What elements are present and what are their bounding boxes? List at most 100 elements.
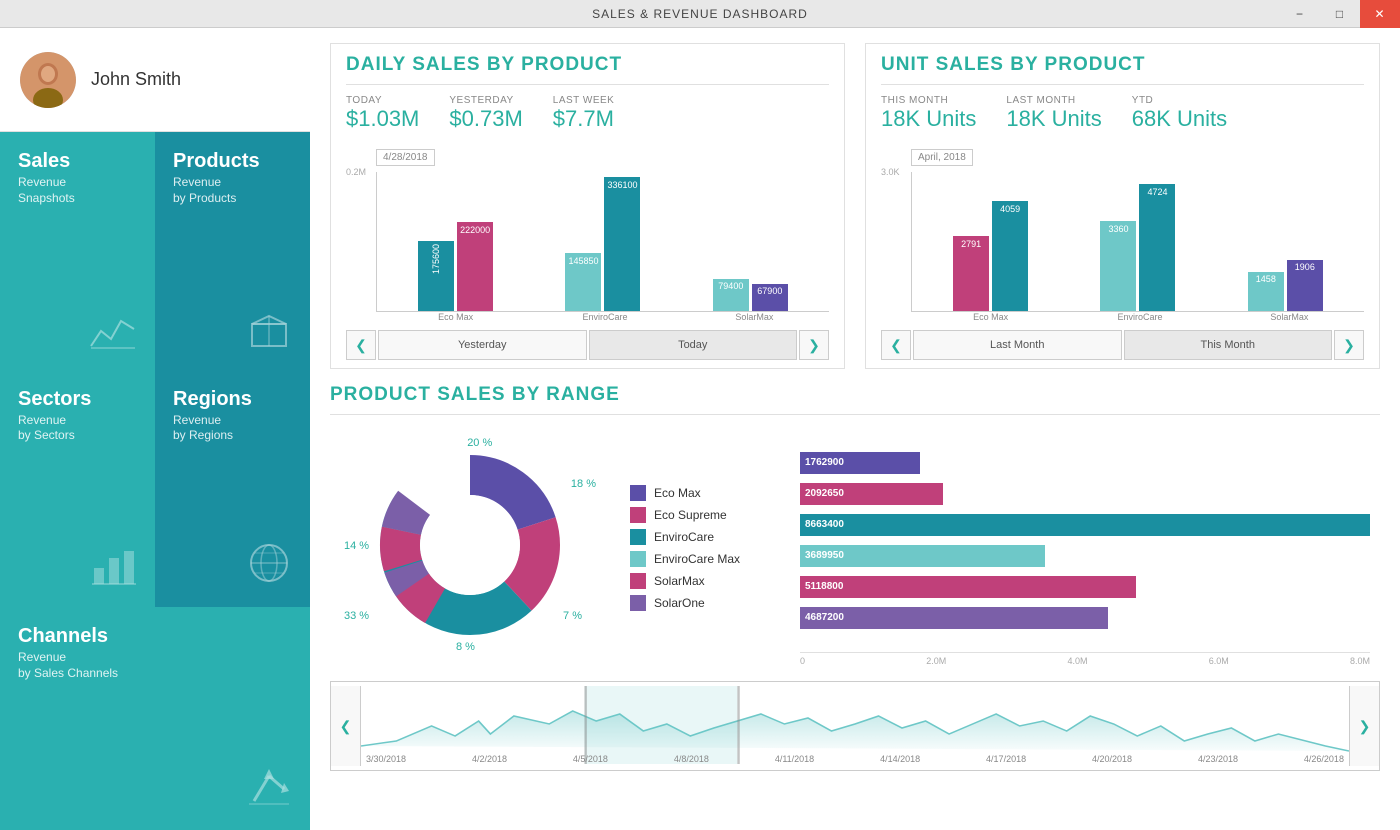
sidebar-item-regions[interactable]: Regions Revenueby Regions xyxy=(155,370,310,608)
user-header: John Smith xyxy=(0,28,310,132)
legend-label-solarmax: SolarMax xyxy=(654,574,705,588)
eco-max-bar2: 222000 xyxy=(457,222,493,311)
close-button[interactable]: ✕ xyxy=(1360,0,1400,28)
legend-label-eco-supreme: Eco Supreme xyxy=(654,508,727,522)
u-x-label-ecomax: Eco Max xyxy=(916,312,1065,322)
daily-bar-chart: 175600 222000 145850 33 xyxy=(376,172,829,312)
timeline-prev-button[interactable]: ❮ xyxy=(331,686,361,766)
hbar-fill-envirocare-max: 3689950 xyxy=(800,545,1045,567)
u-eco-max-val2: 4059 xyxy=(1000,204,1020,214)
percent-label-18: 18 % xyxy=(571,478,596,490)
hbar-row-envirocare-max: 3689950 xyxy=(800,543,1370,569)
titlebar: SALES & REVENUE DASHBOARD − □ ✕ xyxy=(0,0,1400,28)
u-eco-max-bar2: 4059 xyxy=(992,201,1028,311)
daily-y-label: 0.2M xyxy=(346,167,366,177)
daily-date-label: 4/28/2018 xyxy=(376,149,435,166)
u-eco-max-val1: 2791 xyxy=(961,239,981,249)
maximize-button[interactable]: □ xyxy=(1320,0,1360,28)
legend-label-eco-max: Eco Max xyxy=(654,486,701,500)
yesterday-button[interactable]: Yesterday xyxy=(378,330,587,360)
unit-nav-buttons: ❮ Last Month This Month ❯ xyxy=(881,330,1364,360)
minimize-button[interactable]: − xyxy=(1280,0,1320,28)
unit-next-button[interactable]: ❯ xyxy=(1334,330,1364,360)
daily-stats-row: TODAY $1.03M YESTERDAY $0.73M LAST WEEK … xyxy=(346,95,829,132)
legend-label-envirocare-max: EnviroCare Max xyxy=(654,552,740,566)
last-month-value: 18K Units xyxy=(1006,106,1101,132)
tl-date-3: 4/5/2018 xyxy=(573,754,608,764)
u-x-label-solarmax: SolarMax xyxy=(1215,312,1364,322)
u-envirocare-val2: 4724 xyxy=(1147,187,1167,197)
envirocare-bar1: 145850 xyxy=(565,253,601,311)
sidebar-item-products[interactable]: Products Revenueby Products xyxy=(155,132,310,370)
hbar-fill-solarone: 4687200 xyxy=(800,607,1108,629)
hbar-axis-2m: 2.0M xyxy=(926,656,946,666)
hbar-fill-solarmax: 5118800 xyxy=(800,576,1136,598)
channels-tile-subtitle: Revenueby Sales Channels xyxy=(18,650,292,681)
nav-grid: Sales RevenueSnapshots Products Revenueb… xyxy=(0,132,310,830)
legend-solarone: SolarOne xyxy=(630,595,770,611)
daily-prev-button[interactable]: ❮ xyxy=(346,330,376,360)
sidebar-item-sales[interactable]: Sales RevenueSnapshots xyxy=(0,132,155,370)
last-month-button[interactable]: Last Month xyxy=(913,330,1122,360)
this-month-label: THIS MONTH xyxy=(881,95,976,106)
legend-color-solarmax xyxy=(630,573,646,589)
hbar-val-envirocare: 8663400 xyxy=(805,519,844,530)
tl-date-5: 4/11/2018 xyxy=(775,754,814,764)
hbar-val-envirocare-max: 3689950 xyxy=(805,550,844,561)
lastweek-value: $7.7M xyxy=(553,106,615,132)
today-label: TODAY xyxy=(346,95,419,106)
x-label-envirocare: EnviroCare xyxy=(530,312,679,322)
content-area: DAILY SALES BY PRODUCT TODAY $1.03M YEST… xyxy=(310,28,1400,830)
product-sales-body: 20 % 18 % 14 % 7 % 8 % 33 % xyxy=(330,425,1380,671)
hbar-val-eco-max: 1762900 xyxy=(805,457,844,468)
unit-y-label: 3.0K xyxy=(881,167,900,177)
ytd-label: YTD xyxy=(1132,95,1227,106)
this-month-button[interactable]: This Month xyxy=(1124,330,1333,360)
unit-prev-button[interactable]: ❮ xyxy=(881,330,911,360)
timeline-dates: 3/30/2018 4/2/2018 4/5/2018 4/8/2018 4/1… xyxy=(361,752,1349,764)
product-sales-section: PRODUCT SALES BY RANGE 20 % 18 % 14 % 7 … xyxy=(330,384,1380,771)
product-legend: Eco Max Eco Supreme EnviroCare EnviroCar… xyxy=(630,425,770,671)
bar-chart-icon xyxy=(89,543,139,593)
today-button[interactable]: Today xyxy=(589,330,798,360)
daily-nav-buttons: ❮ Yesterday Today ❯ xyxy=(346,330,829,360)
hbar-row-solarone: 4687200 xyxy=(800,605,1370,631)
stat-lastweek: LAST WEEK $7.7M xyxy=(553,95,615,132)
sectors-tile-title: Sectors xyxy=(18,388,137,410)
percent-label-8: 8 % xyxy=(456,641,475,653)
title: SALES & REVENUE DASHBOARD xyxy=(592,7,808,21)
channels-tile-title: Channels xyxy=(18,625,292,647)
stat-today: TODAY $1.03M xyxy=(346,95,419,132)
sidebar-item-sectors[interactable]: Sectors Revenueby Sectors xyxy=(0,370,155,608)
timeline-next-button[interactable]: ❯ xyxy=(1349,686,1379,766)
tl-date-1: 3/30/2018 xyxy=(366,754,406,764)
daily-next-button[interactable]: ❯ xyxy=(799,330,829,360)
avatar xyxy=(20,52,76,108)
legend-label-envirocare: EnviroCare xyxy=(654,530,714,544)
tl-date-10: 4/26/2018 xyxy=(1304,754,1344,764)
unit-bar-chart: 2791 4059 3360 4724 xyxy=(911,172,1364,312)
sales-tile-subtitle: RevenueSnapshots xyxy=(18,175,137,206)
u-eco-max-bar1: 2791 xyxy=(953,236,989,311)
hbar-fill-envirocare: 8663400 xyxy=(800,514,1370,536)
hbar-axis-4m: 4.0M xyxy=(1067,656,1087,666)
hbar-row-eco-supreme: 2092650 xyxy=(800,481,1370,507)
window-controls: − □ ✕ xyxy=(1280,0,1400,28)
hbar-chart-area: 1762900 2092650 8663400 xyxy=(790,425,1380,671)
solarmax-bar2: 67900 xyxy=(752,284,788,311)
unit-date-label: April, 2018 xyxy=(911,149,973,166)
sectors-tile-subtitle: Revenueby Sectors xyxy=(18,413,137,444)
main-layout: John Smith Sales RevenueSnapshots Produc… xyxy=(0,28,1400,830)
donut-chart-container: 20 % 18 % 14 % 7 % 8 % 33 % xyxy=(330,425,610,665)
top-panels: DAILY SALES BY PRODUCT TODAY $1.03M YEST… xyxy=(330,43,1380,369)
legend-eco-max: Eco Max xyxy=(630,485,770,501)
u-solarmax-bar2: 1906 xyxy=(1287,260,1323,311)
u-solarmax-val2: 1906 xyxy=(1295,262,1315,272)
sidebar-item-channels[interactable]: Channels Revenueby Sales Channels xyxy=(0,607,310,830)
u-envirocare-bar2: 4724 xyxy=(1139,184,1175,311)
hbar-val-eco-supreme: 2092650 xyxy=(805,488,844,499)
unit-sales-panel: UNIT SALES BY PRODUCT THIS MONTH 18K Uni… xyxy=(865,43,1380,369)
tl-date-8: 4/20/2018 xyxy=(1092,754,1132,764)
hbar-axis-0: 0 xyxy=(800,656,805,666)
percent-label-7: 7 % xyxy=(563,610,582,622)
